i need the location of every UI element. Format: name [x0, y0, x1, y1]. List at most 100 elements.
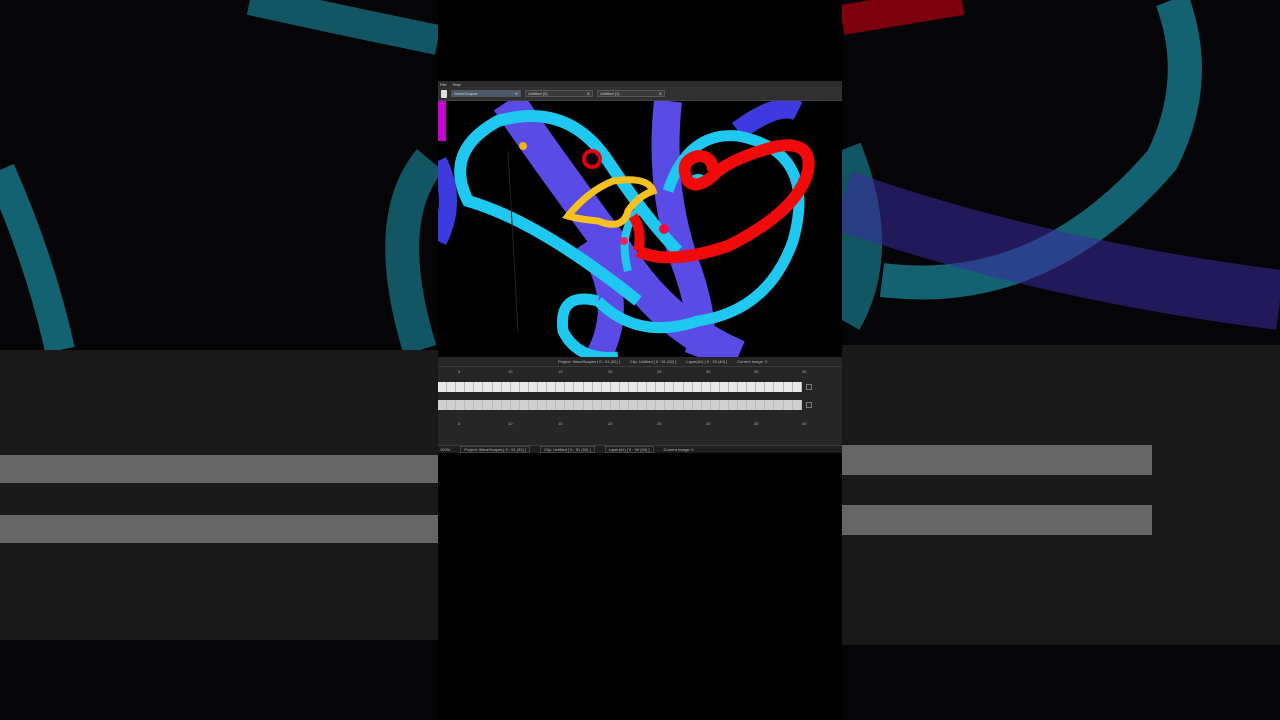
frame-cell[interactable] [611, 382, 620, 392]
frame-cell[interactable] [474, 400, 484, 410]
frame-cell[interactable] [693, 400, 702, 410]
frame-cell[interactable] [447, 400, 457, 410]
frame-cell[interactable] [438, 400, 448, 410]
frame-cell[interactable] [556, 400, 566, 410]
frame-cell[interactable] [720, 382, 729, 392]
frame-cell[interactable] [529, 400, 539, 410]
frame-cell[interactable] [611, 400, 620, 410]
frame-cell[interactable] [638, 382, 648, 392]
frame-cell[interactable] [465, 400, 475, 410]
tab-untitled-1[interactable]: Untitled (1) ⊗ [597, 90, 665, 97]
frame-cell[interactable] [493, 382, 502, 392]
frame-cell[interactable] [747, 400, 757, 410]
frame-cell[interactable] [493, 400, 502, 410]
frame-cell[interactable] [565, 400, 575, 410]
frame-cell[interactable] [511, 400, 520, 410]
frame-cell[interactable] [702, 400, 711, 410]
frame-cell[interactable] [765, 382, 775, 392]
ruler-mark: 10 [508, 369, 513, 374]
frame-cell[interactable] [684, 400, 693, 410]
link-icon[interactable] [806, 402, 812, 408]
frame-cell[interactable] [602, 400, 611, 410]
frame-cell[interactable] [638, 400, 648, 410]
frame-cell[interactable] [538, 400, 548, 410]
frame-cell[interactable] [684, 382, 693, 392]
frame-cell[interactable] [547, 382, 557, 392]
frame-cell[interactable] [438, 382, 448, 392]
frame-cell[interactable] [574, 400, 584, 410]
frame-cell[interactable] [474, 382, 484, 392]
frame-cell[interactable] [656, 382, 666, 392]
layer-track[interactable] [438, 400, 802, 410]
drawing-canvas[interactable] [438, 101, 842, 357]
clip-track[interactable] [438, 382, 802, 392]
frame-cell[interactable] [702, 382, 711, 392]
frame-cell[interactable] [793, 400, 802, 410]
frame-cell[interactable] [720, 400, 729, 410]
frame-cell[interactable] [647, 400, 657, 410]
frame-cell[interactable] [738, 400, 748, 410]
app-logo-icon[interactable] [441, 89, 447, 98]
timeline-ruler-bottom[interactable]: 5 10 15 20 25 30 35 40 [438, 419, 842, 427]
frame-cell[interactable] [738, 382, 748, 392]
frame-cell[interactable] [538, 382, 548, 392]
frame-cell[interactable] [784, 382, 793, 392]
close-icon[interactable]: ⊗ [515, 91, 518, 96]
frame-cell[interactable] [565, 382, 575, 392]
close-icon[interactable]: ⊗ [659, 91, 662, 96]
frame-cell[interactable] [502, 400, 511, 410]
frame-cell[interactable] [602, 382, 611, 392]
frame-cell[interactable] [502, 382, 511, 392]
close-icon[interactable]: ⊗ [587, 91, 590, 96]
frame-cell[interactable] [756, 382, 766, 392]
frame-cell[interactable] [584, 382, 593, 392]
ruler-mark: 5 [458, 421, 461, 426]
frame-cell[interactable] [656, 400, 666, 410]
frame-cell[interactable] [711, 382, 720, 392]
frame-cell[interactable] [456, 400, 466, 410]
frame-cell[interactable] [647, 382, 657, 392]
frame-cell[interactable] [674, 400, 684, 410]
frame-cell[interactable] [483, 382, 493, 392]
frame-cell[interactable] [729, 400, 739, 410]
frame-cell[interactable] [529, 382, 539, 392]
frame-cell[interactable] [620, 400, 629, 410]
menu-item-file[interactable]: File [440, 82, 446, 87]
frame-cell[interactable] [456, 382, 466, 392]
frame-cell[interactable] [711, 400, 720, 410]
frame-cell[interactable] [765, 400, 775, 410]
frame-cell[interactable] [520, 382, 529, 392]
tab-untitled-2[interactable]: Untitled (2) ⊗ [525, 90, 593, 97]
tab-wavescapes[interactable]: WaveScapes ⊗ [451, 90, 521, 97]
frame-cell[interactable] [584, 400, 593, 410]
frame-cell[interactable] [674, 382, 684, 392]
frame-cell[interactable] [774, 400, 784, 410]
frame-cell[interactable] [747, 382, 757, 392]
link-icon[interactable] [806, 384, 812, 390]
frame-cell[interactable] [620, 382, 629, 392]
frame-cell[interactable] [793, 382, 802, 392]
frame-cell[interactable] [729, 382, 739, 392]
frame-cell[interactable] [465, 382, 475, 392]
frame-cell[interactable] [511, 382, 520, 392]
frame-cell[interactable] [629, 400, 639, 410]
frame-cell[interactable] [483, 400, 493, 410]
frame-cell[interactable] [756, 400, 766, 410]
frame-cell[interactable] [774, 382, 784, 392]
frame-cell[interactable] [629, 382, 639, 392]
frame-cell[interactable] [693, 382, 702, 392]
frame-cell[interactable] [520, 400, 529, 410]
frame-cell[interactable] [665, 400, 675, 410]
zoom-level[interactable]: 100% [440, 447, 450, 452]
frame-cell[interactable] [547, 400, 557, 410]
frame-cell[interactable] [665, 382, 675, 392]
frame-cell[interactable] [447, 382, 457, 392]
frame-cell[interactable] [593, 382, 602, 392]
frame-cell[interactable] [593, 400, 602, 410]
frame-cell[interactable] [574, 382, 584, 392]
timeline-ruler[interactable]: 5 10 15 20 25 30 35 40 [438, 367, 842, 375]
ruler-mark: 35 [754, 369, 759, 374]
menu-item-help[interactable]: Help [452, 82, 460, 87]
frame-cell[interactable] [556, 382, 566, 392]
frame-cell[interactable] [784, 400, 793, 410]
